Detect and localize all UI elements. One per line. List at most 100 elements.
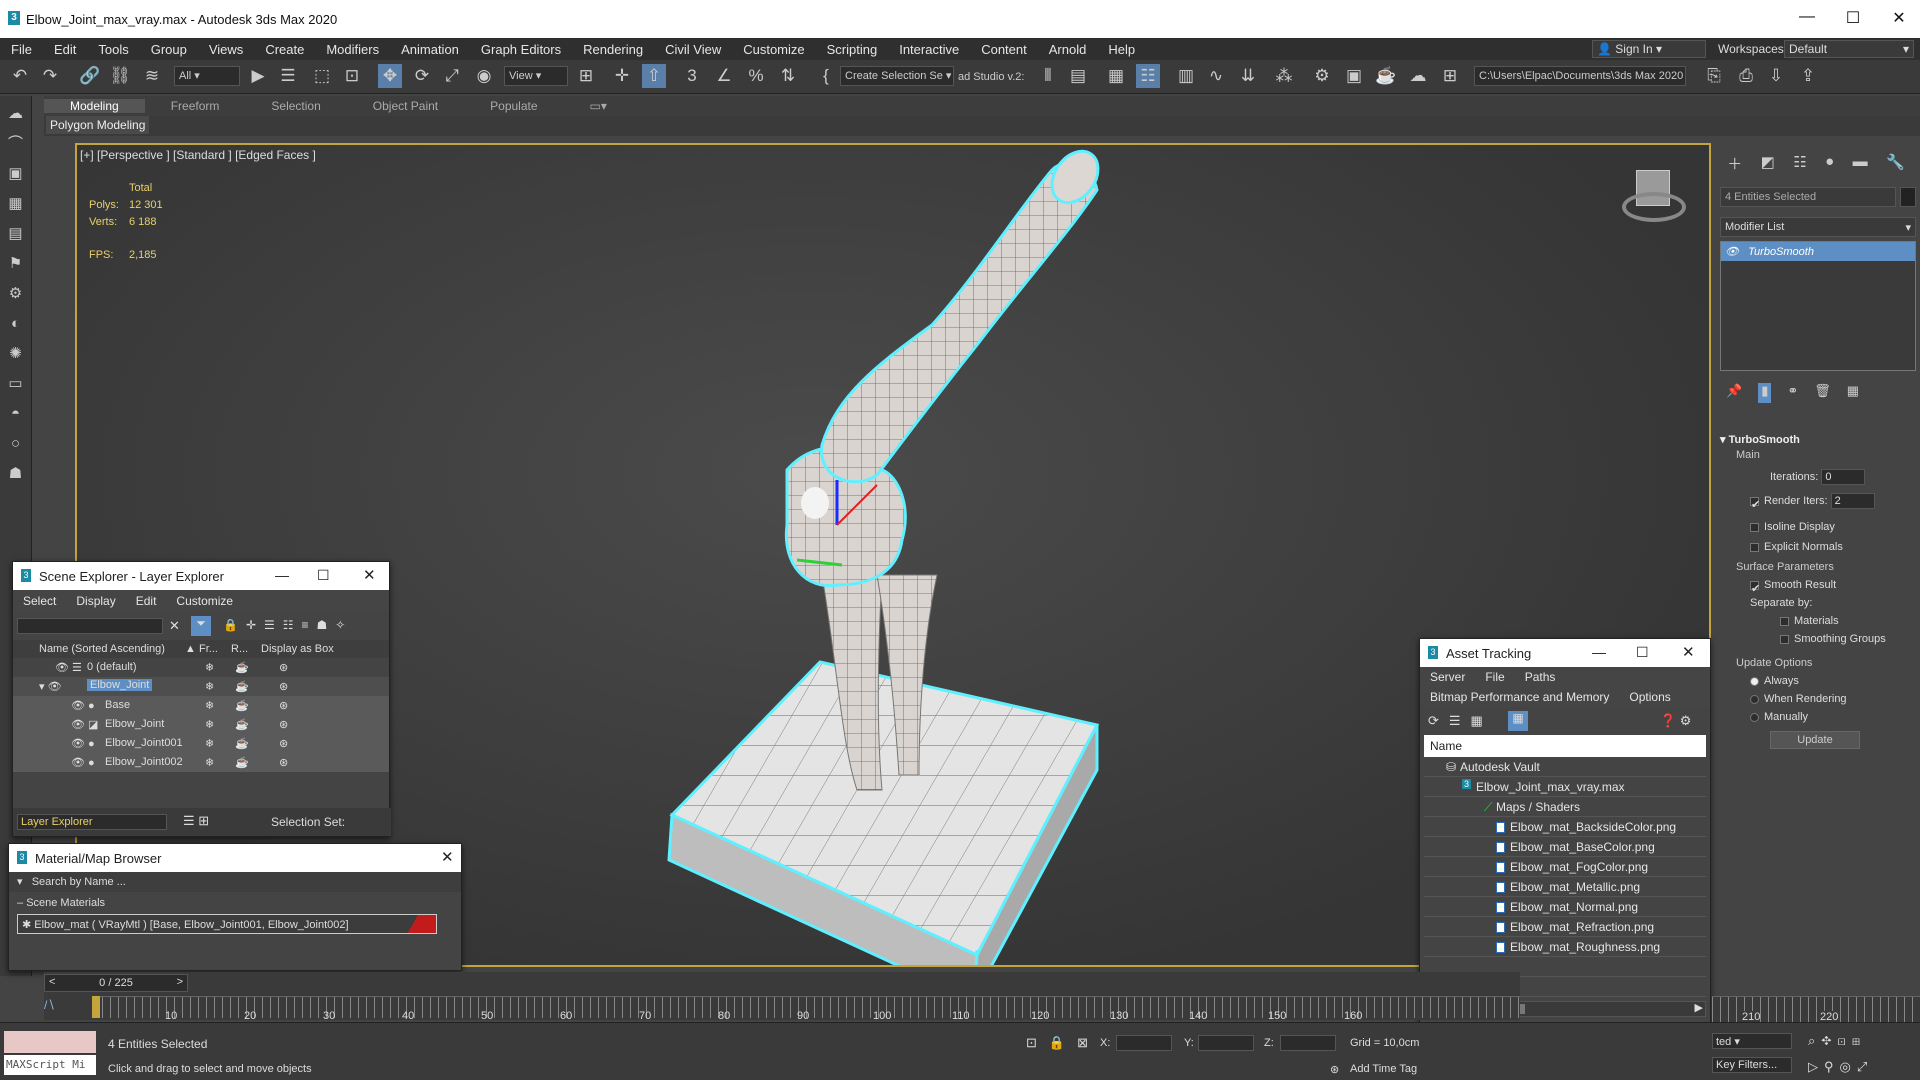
clear-icon[interactable]: ✕ [169, 618, 180, 634]
expand-icon[interactable]: ▾ 👁 [39, 680, 62, 693]
menu-civil-view[interactable]: Civil View [654, 42, 732, 57]
sign-in-dropdown[interactable]: 👤 Sign In ▾ [1592, 40, 1706, 58]
render-iters-checkbox[interactable]: ✔ [1750, 496, 1760, 511]
scene-explorer-header[interactable]: 3 Scene Explorer - Layer Explorer — ☐ ✕ [13, 562, 389, 590]
filter-icon[interactable]: ⏷ [191, 616, 211, 636]
motion-tab-icon[interactable]: ● [1825, 153, 1834, 175]
display-icon[interactable]: ◓ [4, 402, 28, 426]
hierarchy-tab-icon[interactable]: ☷ [1793, 153, 1806, 175]
viewport-nav-icons[interactable]: ⌕✥⊡⊞ [1808, 1033, 1866, 1049]
tree-row[interactable]: 👁 ● Base ❄ ☕ ⊛ [13, 696, 389, 715]
bind-spacewarp-icon[interactable]: ≋ [140, 64, 164, 88]
select-by-name-icon[interactable]: ☰ [276, 64, 300, 88]
freeze-icon[interactable]: ❄ [205, 737, 214, 750]
menu-interactive[interactable]: Interactive [888, 42, 970, 57]
curve-editor-icon[interactable]: ∿ [1204, 64, 1228, 88]
project-save-icon[interactable]: ⎙ [1734, 64, 1758, 88]
render-icon[interactable]: ☕ [235, 756, 249, 769]
mirror-icon[interactable]: ⫴ [1036, 64, 1060, 88]
maxscript-listener-pink[interactable] [4, 1031, 96, 1053]
modifier-list-dropdown[interactable]: Modifier List ▾ [1720, 217, 1916, 237]
render-icon[interactable]: ☕ [235, 661, 249, 674]
menu-options[interactable]: Options [1619, 690, 1680, 704]
undo-icon[interactable]: ↶ [8, 64, 32, 88]
key-mode-dropdown[interactable]: ted ▾ [1712, 1033, 1792, 1049]
asset-row[interactable]: ⛁ Autodesk Vault [1424, 757, 1706, 777]
close-icon[interactable]: ✕ [1682, 643, 1695, 661]
time-marker[interactable] [92, 996, 100, 1018]
isolate-lock-icons[interactable]: ⊡🔒⊠ [1026, 1035, 1100, 1051]
box-icon[interactable]: ⊛ [279, 680, 288, 693]
track-bar-icon[interactable]: /∖ [44, 998, 55, 1012]
material-search-input[interactable]: Search by Name ... [32, 876, 126, 888]
systems-icon[interactable]: ⚙ [4, 282, 28, 306]
tree-row[interactable]: ▾ 👁 Elbow_Joint ❄ ☕ ⊛ [13, 677, 389, 696]
menu-edit[interactable]: Edit [126, 594, 167, 608]
menu-group[interactable]: Group [140, 42, 198, 57]
menu-file[interactable]: File [0, 42, 43, 57]
time-slider[interactable]: < 0 / 225 > [44, 974, 188, 992]
menu-scripting[interactable]: Scripting [816, 42, 889, 57]
show-end-result-icon[interactable]: ▮ [1758, 383, 1772, 403]
eye-icon[interactable]: 👁 ● [71, 699, 95, 712]
object-name-field[interactable]: 4 Entities Selected [1720, 187, 1896, 207]
menu-help[interactable]: Help [1097, 42, 1146, 57]
render-setup-icon[interactable]: ⚙ [1310, 64, 1334, 88]
eye-icon[interactable]: 👁 ◪ [71, 718, 98, 731]
pivot-center-icon[interactable]: ⊞ [574, 64, 598, 88]
angle-snap-icon[interactable]: ∠ [712, 64, 736, 88]
menu-customize[interactable]: Customize [732, 42, 815, 57]
bitmap-row[interactable]: Elbow_mat_Metallic.png [1424, 877, 1706, 897]
viewport-label[interactable]: [+] [Perspective ] [Standard ] [Edged Fa… [80, 148, 316, 162]
percent-snap-icon[interactable]: % [744, 64, 768, 88]
object-color-swatch[interactable] [1900, 187, 1916, 207]
viewcube[interactable] [1622, 170, 1686, 226]
menu-views[interactable]: Views [198, 42, 254, 57]
layer-explorer-icon[interactable]: ☷ [1136, 64, 1160, 88]
eye-icon[interactable]: 👁 ☰ [55, 661, 82, 674]
maximize-button[interactable]: ☐ [1838, 8, 1868, 28]
close-icon[interactable]: ✕ [363, 566, 376, 584]
menu-graph-editors[interactable]: Graph Editors [470, 42, 572, 57]
named-selection-icon[interactable]: { [814, 64, 838, 88]
material-editor-icon[interactable]: ⁂ [1272, 64, 1296, 88]
remove-modifier-icon[interactable]: 🗑 [1814, 383, 1831, 403]
x-field[interactable] [1116, 1035, 1172, 1051]
close-icon[interactable]: ✕ [441, 848, 454, 866]
minimize-icon[interactable]: — [275, 567, 289, 583]
menu-customize[interactable]: Customize [166, 594, 243, 608]
col-render[interactable]: R... [231, 643, 248, 655]
update-button[interactable]: Update [1770, 731, 1860, 749]
hat-icon[interactable]: ☗ [4, 462, 28, 486]
time-tag-icon[interactable]: ⊛ [1330, 1063, 1339, 1076]
freeze-icon[interactable]: ❄ [205, 756, 214, 769]
project-list-icon[interactable]: ⇪ [1796, 64, 1820, 88]
modifier-stack-item[interactable]: 👁 TurboSmooth [1721, 242, 1915, 261]
rollout-header[interactable]: ▾ TurboSmooth [1720, 433, 1916, 446]
next-frame-icon[interactable]: > [177, 976, 183, 988]
menu-tools[interactable]: Tools [87, 42, 139, 57]
minimize-icon[interactable]: — [1592, 644, 1606, 660]
track-bar-right[interactable]: 210 220 [1712, 996, 1920, 1023]
selection-filter-dropdown[interactable]: All ▾ [174, 66, 240, 86]
collapse-icon[interactable]: ▾ [17, 876, 23, 888]
smoothing-groups-checkbox[interactable] [1780, 634, 1789, 644]
render-icon[interactable]: ☕ [235, 737, 249, 750]
utilities-icon[interactable]: ○ [4, 432, 28, 456]
manually-radio[interactable] [1750, 712, 1759, 722]
material-group-row[interactable]: – Scene Materials [9, 892, 461, 914]
scroll-right-icon[interactable]: ▶ [1695, 1001, 1703, 1014]
bitmap-row[interactable]: Elbow_mat_Normal.png [1424, 897, 1706, 917]
keyboard-shortcut-icon[interactable]: ⇧ [642, 64, 666, 88]
material-item[interactable]: ✱ Elbow_mat ( VRayMtl ) [Base, Elbow_Joi… [17, 914, 437, 934]
menu-server[interactable]: Server [1420, 670, 1475, 684]
rect-selection-icon[interactable]: ⬚ [310, 64, 334, 88]
y-field[interactable] [1198, 1035, 1254, 1051]
freeze-icon[interactable]: ❄ [205, 661, 214, 674]
material-browser-header[interactable]: 3 Material/Map Browser ✕ [9, 844, 461, 872]
window-crossing-icon[interactable]: ⊡ [340, 64, 364, 88]
menu-paths[interactable]: Paths [1515, 670, 1566, 684]
configure-sets-icon[interactable]: ▦ [1847, 383, 1859, 403]
bitmap-row[interactable]: Elbow_mat_FogColor.png [1424, 857, 1706, 877]
spinner-snap-icon[interactable]: ⇅ [776, 64, 800, 88]
